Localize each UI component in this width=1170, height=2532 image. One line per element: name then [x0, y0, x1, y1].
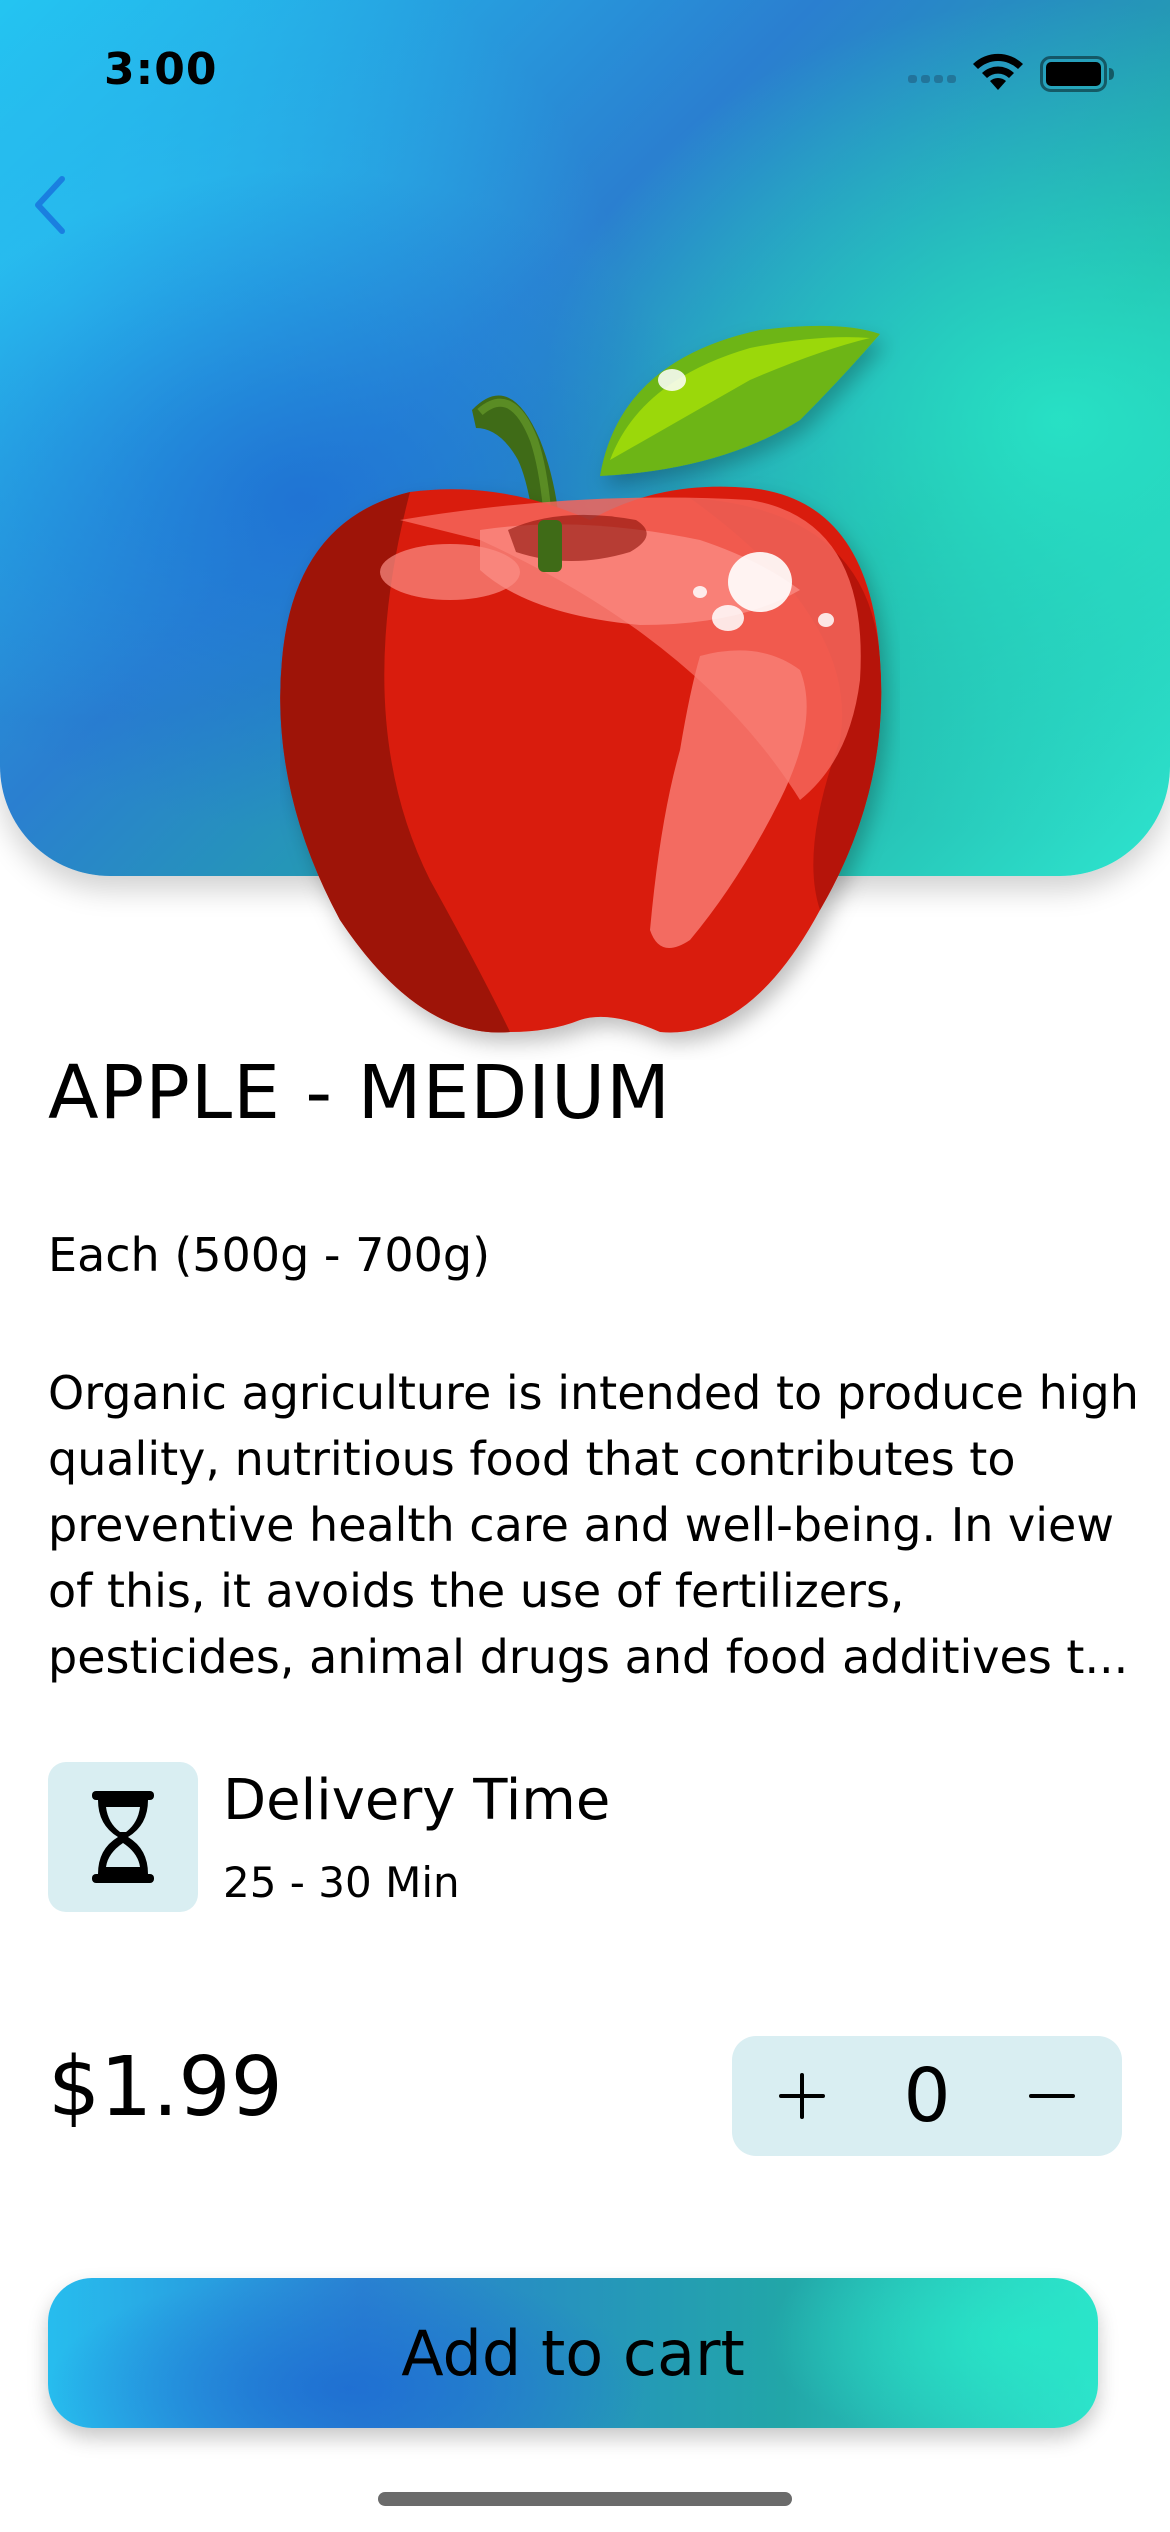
add-to-cart-button[interactable]: Add to cart	[48, 2278, 1098, 2428]
description-line: quality, nutritious food that contribute…	[48, 1432, 1016, 1486]
wifi-icon	[970, 52, 1026, 96]
chevron-left-icon	[35, 176, 65, 234]
decrease-quantity-button[interactable]	[1012, 2056, 1092, 2136]
description-line: preventive health care and well-being. I…	[48, 1498, 1114, 1552]
product-unit: Each (500g - 700g)	[48, 1228, 491, 1282]
status-bar: 3:00	[0, 0, 1170, 140]
product-image	[280, 320, 900, 1060]
minus-icon	[1029, 2094, 1075, 2098]
description-line: Organic agriculture is intended to produ…	[48, 1366, 1139, 1420]
delivery-title: Delivery Time	[223, 1768, 611, 1833]
status-time: 3:00	[104, 44, 218, 95]
product-price: $1.99	[48, 2040, 283, 2135]
red-apple-image	[280, 325, 882, 1033]
product-description: Organic agriculture is intended to produ…	[48, 1360, 1139, 1690]
product-title: APPLE - MEDIUM	[48, 1050, 672, 1136]
hourglass-icon-tile	[48, 1762, 198, 1912]
battery-icon	[1040, 56, 1116, 96]
hourglass-icon	[92, 1791, 154, 1883]
quantity-stepper: 0	[732, 2036, 1122, 2156]
delivery-info: Delivery Time 25 - 30 Min	[48, 1762, 748, 1914]
delivery-time-value: 25 - 30 Min	[223, 1858, 460, 1907]
description-line: of this, it avoids the use of fertilizer…	[48, 1564, 905, 1618]
plus-icon	[779, 2073, 825, 2119]
quantity-value: 0	[903, 2053, 951, 2139]
add-to-cart-label: Add to cart	[401, 2316, 745, 2390]
home-indicator[interactable]	[378, 2492, 792, 2506]
description-line: pesticides, animal drugs and food additi…	[48, 1630, 1129, 1684]
back-button[interactable]	[20, 170, 80, 240]
increase-quantity-button[interactable]	[762, 2056, 842, 2136]
cellular-signal-icon	[908, 70, 960, 89]
